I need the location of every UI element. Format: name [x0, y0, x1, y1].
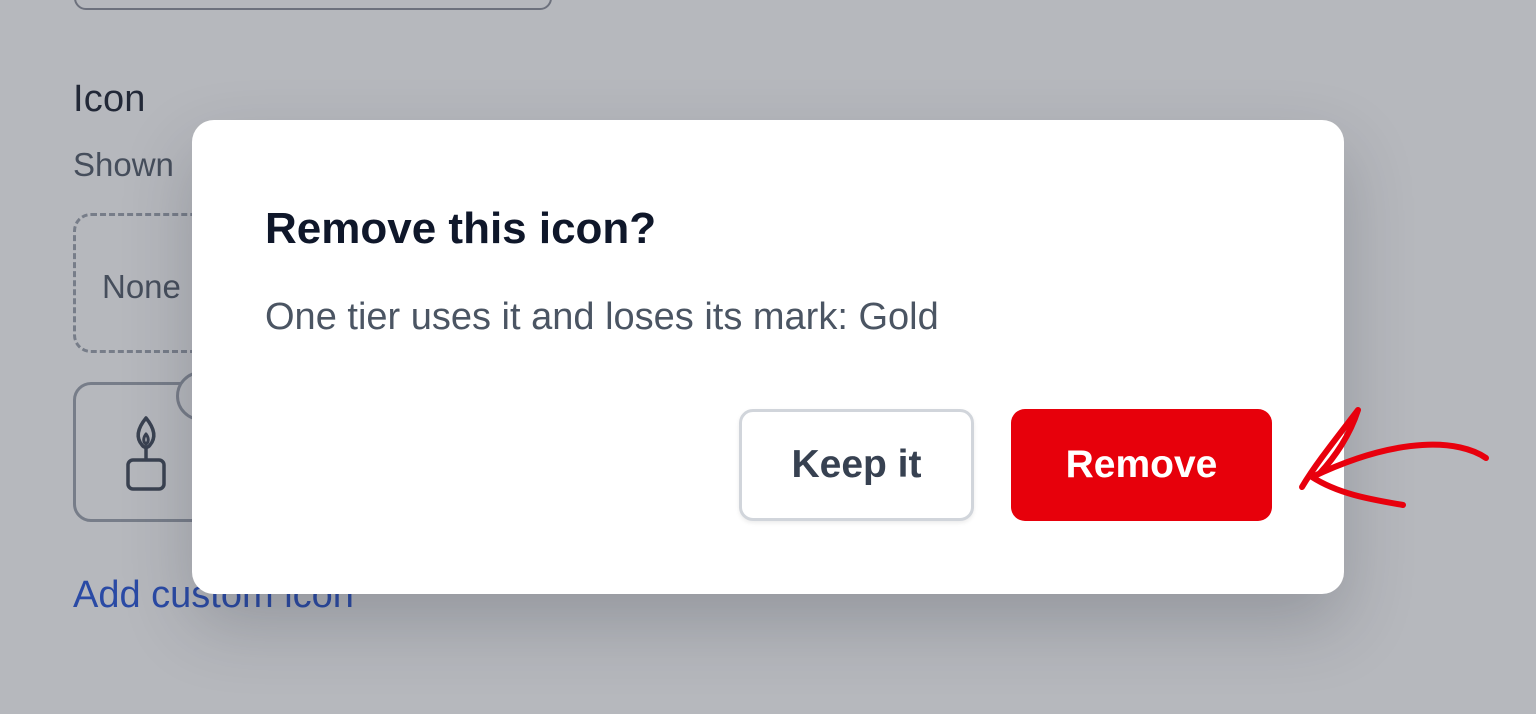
dialog-message: One tier uses it and loses its mark: Gol… [265, 296, 939, 338]
remove-button[interactable]: Remove [1011, 409, 1272, 521]
dialog-title: Remove this icon? [265, 204, 657, 253]
confirm-dialog: Remove this icon? One tier uses it and l… [192, 120, 1344, 594]
keep-button[interactable]: Keep it [739, 409, 974, 521]
arrow-annotation [1299, 407, 1489, 508]
